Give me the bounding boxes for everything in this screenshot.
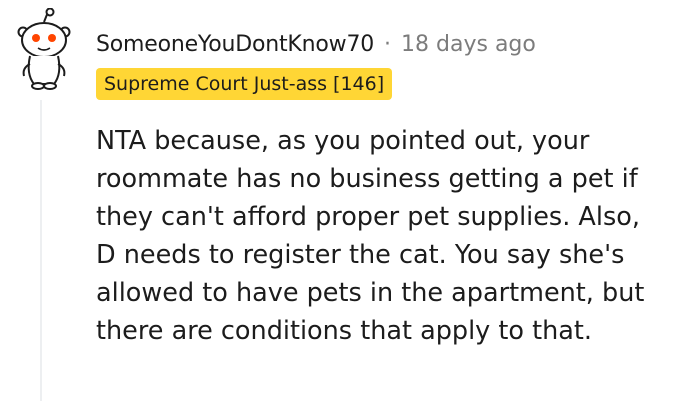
username[interactable]: SomeoneYouDontKnow70 [96,32,374,57]
comment: SomeoneYouDontKnow70 · 18 days ago Supre… [0,0,700,401]
comment-body-line: roommate has no business getting a pet i… [96,164,638,194]
avatar[interactable] [12,7,76,92]
user-flair: Supreme Court Just-ass [146] [96,68,393,100]
comment-header: SomeoneYouDontKnow70 · 18 days ago [96,26,536,62]
comment-body: NTA because, as you pointed out, your ro… [96,122,696,350]
reddit-snoo-icon [17,7,71,90]
comment-body-line: there are conditions that apply to that. [96,316,592,346]
comment-body-line: allowed to have pets in the apartment, b… [96,278,645,308]
comment-body-line: they can't afford proper pet supplies. A… [96,202,640,232]
separator-dot: · [384,31,392,57]
thread-line[interactable] [40,100,42,401]
timestamp[interactable]: 18 days ago [401,32,536,57]
comment-body-line: D needs to register the cat. You say she… [96,240,625,270]
comment-body-line: NTA because, as you pointed out, your [96,126,590,156]
